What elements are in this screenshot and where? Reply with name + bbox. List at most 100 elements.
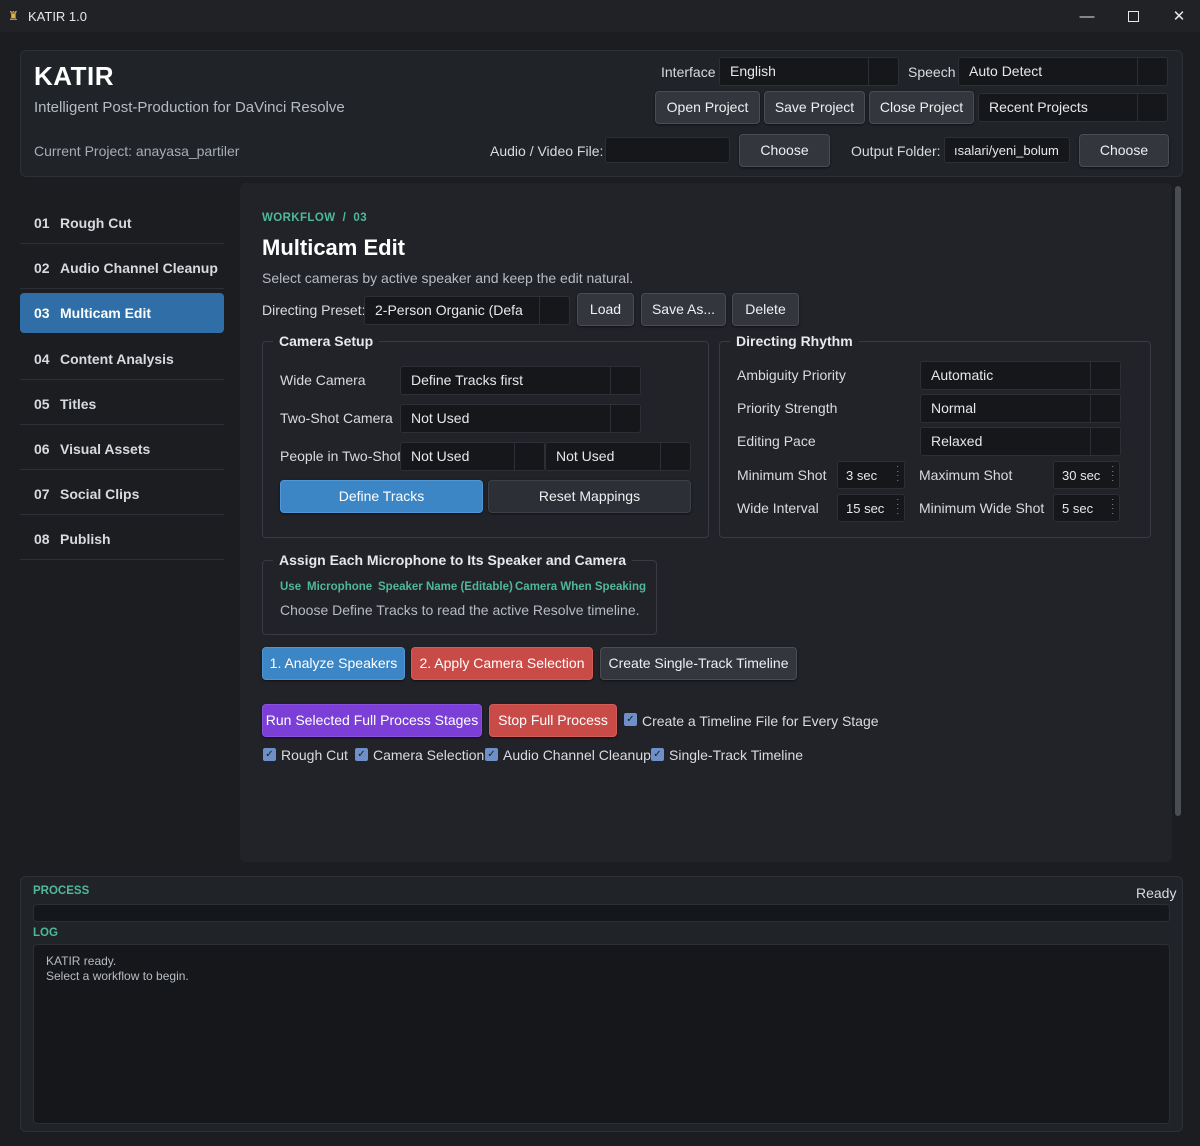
editing-pace-select[interactable]: Relaxed xyxy=(920,427,1121,456)
stage-single-track-label: Single-Track Timeline xyxy=(669,747,804,763)
sidebar-item-label: Social Clips xyxy=(60,486,140,502)
wide-camera-label: Wide Camera xyxy=(280,372,366,388)
two-shot-camera-select[interactable]: Not Used xyxy=(400,404,641,433)
editing-pace-value: Relaxed xyxy=(931,433,983,449)
microphone-hint: Choose Define Tracks to read the active … xyxy=(280,602,640,618)
app-subtitle: Intelligent Post-Production for DaVinci … xyxy=(34,99,345,116)
close-window-button[interactable]: ✕ xyxy=(1156,0,1200,32)
page-title: Multicam Edit xyxy=(262,235,406,260)
dropdown-arrow-icon xyxy=(1090,362,1120,389)
directing-rhythm-title: Directing Rhythm xyxy=(730,333,859,349)
sidebar-item-publish[interactable]: 08 Publish xyxy=(20,518,224,560)
log-output[interactable] xyxy=(33,944,1170,1124)
sidebar-item-number: 08 xyxy=(34,531,50,547)
minimize-button[interactable]: — xyxy=(1064,0,1110,32)
window-title: KATIR 1.0 xyxy=(28,9,88,24)
sidebar-item-audio-channel-cleanup[interactable]: 02 Audio Channel Cleanup xyxy=(20,247,224,289)
minimum-wide-shot-spinner[interactable]: 5 sec ⁚ ⁚ xyxy=(1053,494,1120,522)
define-tracks-button[interactable]: Define Tracks xyxy=(280,480,483,513)
directing-preset-label: Directing Preset: xyxy=(262,302,366,318)
sidebar-item-label: Visual Assets xyxy=(60,441,151,457)
maximize-icon xyxy=(1127,10,1139,22)
sidebar-item-number: 07 xyxy=(34,486,50,502)
ambiguity-priority-select[interactable]: Automatic xyxy=(920,361,1121,390)
minimum-shot-label: Minimum Shot xyxy=(737,467,827,483)
scrollbar-thumb[interactable] xyxy=(1175,186,1181,816)
choose-output-folder-button[interactable]: Choose xyxy=(1079,134,1169,167)
app-name: KATIR xyxy=(34,61,115,91)
delete-preset-button[interactable]: Delete xyxy=(732,293,799,326)
maximize-button[interactable] xyxy=(1110,0,1156,32)
dropdown-arrow-icon xyxy=(1137,94,1167,121)
sidebar-item-number: 06 xyxy=(34,441,50,457)
sidebar-item-titles[interactable]: 05 Titles xyxy=(20,383,224,425)
dropdown-arrow-icon xyxy=(514,443,544,470)
sidebar-item-rough-cut[interactable]: 01 Rough Cut xyxy=(20,202,224,244)
minimum-wide-shot-label: Minimum Wide Shot xyxy=(919,500,1045,516)
stage-camera-selection-label: Camera Selection xyxy=(373,747,485,763)
stage-audio-cleanup-label: Audio Channel Cleanup xyxy=(503,747,651,763)
interface-select[interactable]: English xyxy=(719,57,899,86)
stage-camera-selection-checkbox[interactable]: ✓ xyxy=(355,748,368,761)
load-preset-button[interactable]: Load xyxy=(577,293,634,326)
stop-full-process-button[interactable]: Stop Full Process xyxy=(489,704,617,737)
dropdown-arrow-icon xyxy=(868,58,898,85)
title-bar: ♜ KATIR 1.0 — ✕ xyxy=(0,0,1200,32)
sidebar-item-multicam-edit[interactable]: 03 Multicam Edit xyxy=(20,293,224,333)
save-as-preset-button[interactable]: Save As... xyxy=(641,293,726,326)
sidebar-item-label: Audio Channel Cleanup xyxy=(60,260,218,276)
column-header-use: Use xyxy=(280,581,302,593)
interface-label: Interface xyxy=(661,64,716,80)
people-two-shot-select-1[interactable]: Not Used xyxy=(400,442,545,471)
maximum-shot-label: Maximum Shot xyxy=(919,467,1013,483)
sidebar-item-number: 03 xyxy=(34,305,50,321)
priority-strength-label: Priority Strength xyxy=(737,400,838,416)
apply-camera-selection-button[interactable]: 2. Apply Camera Selection xyxy=(411,647,593,680)
save-project-button[interactable]: Save Project xyxy=(764,91,865,124)
log-line: Select a workflow to begin. xyxy=(46,969,189,983)
log-line: KATIR ready. xyxy=(46,954,117,968)
column-header-microphone: Microphone xyxy=(307,581,373,593)
two-shot-camera-label: Two-Shot Camera xyxy=(280,410,393,426)
stage-single-track-checkbox[interactable]: ✓ xyxy=(651,748,664,761)
wide-camera-select[interactable]: Define Tracks first xyxy=(400,366,641,395)
sidebar-item-social-clips[interactable]: 07 Social Clips xyxy=(20,473,224,515)
sidebar-item-visual-assets[interactable]: 06 Visual Assets xyxy=(20,428,224,470)
spinner-arrows-icon: ⁚ ⁚ xyxy=(1111,465,1114,483)
log-label: LOG xyxy=(33,927,58,939)
wide-interval-spinner[interactable]: 15 sec ⁚ ⁚ xyxy=(837,494,905,522)
directing-preset-value: 2-Person Organic (Defa xyxy=(375,302,523,318)
sidebar-item-label: Publish xyxy=(60,531,111,547)
open-project-button[interactable]: Open Project xyxy=(655,91,760,124)
output-folder-input[interactable]: ısalari/yeni_bolum xyxy=(944,137,1070,163)
minimum-shot-spinner[interactable]: 3 sec ⁚ ⁚ xyxy=(837,461,905,489)
choose-av-file-button[interactable]: Choose xyxy=(739,134,830,167)
minimum-shot-value: 3 sec xyxy=(846,468,878,483)
two-shot-camera-value: Not Used xyxy=(411,410,470,426)
sidebar-item-content-analysis[interactable]: 04 Content Analysis xyxy=(20,338,224,380)
run-full-process-button[interactable]: Run Selected Full Process Stages xyxy=(262,704,482,737)
timeline-file-checkbox[interactable]: ✓ xyxy=(624,713,637,726)
sidebar-item-label: Multicam Edit xyxy=(60,305,152,321)
interface-select-value: English xyxy=(730,63,776,79)
reset-mappings-button[interactable]: Reset Mappings xyxy=(488,480,691,513)
stage-audio-cleanup-checkbox[interactable]: ✓ xyxy=(485,748,498,761)
priority-strength-select[interactable]: Normal xyxy=(920,394,1121,423)
maximum-shot-spinner[interactable]: 30 sec ⁚ ⁚ xyxy=(1053,461,1120,489)
av-file-input[interactable] xyxy=(605,137,730,163)
speech-select[interactable]: Auto Detect xyxy=(958,57,1168,86)
status-text: Ready xyxy=(1136,885,1177,901)
ambiguity-priority-label: Ambiguity Priority xyxy=(737,367,846,383)
wide-interval-value: 15 sec xyxy=(846,501,885,516)
analyze-speakers-button[interactable]: 1. Analyze Speakers xyxy=(262,647,405,680)
microphone-assignment-group xyxy=(262,560,657,635)
timeline-file-checkbox-label: Create a Timeline File for Every Stage xyxy=(642,713,879,729)
stage-rough-cut-label: Rough Cut xyxy=(281,747,348,763)
recent-projects-select[interactable]: Recent Projects xyxy=(978,93,1168,122)
close-project-button[interactable]: Close Project xyxy=(869,91,974,124)
editing-pace-label: Editing Pace xyxy=(737,433,816,449)
create-single-track-timeline-button[interactable]: Create Single-Track Timeline xyxy=(600,647,797,680)
people-two-shot-select-2[interactable]: Not Used xyxy=(545,442,691,471)
stage-rough-cut-checkbox[interactable]: ✓ xyxy=(263,748,276,761)
directing-preset-select[interactable]: 2-Person Organic (Defa xyxy=(364,296,570,325)
